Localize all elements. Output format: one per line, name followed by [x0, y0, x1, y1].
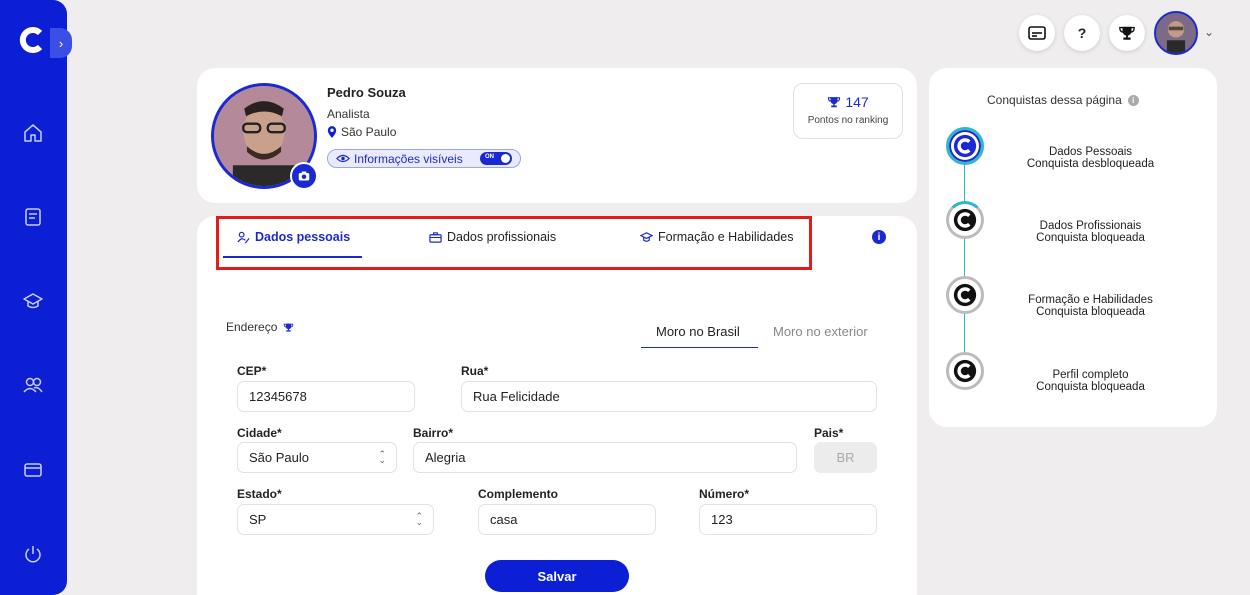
- address-section-label: Endereço: [226, 320, 294, 334]
- eye-icon: [336, 154, 350, 163]
- toggle-knob: [501, 154, 510, 163]
- badge-logo-icon: [953, 359, 977, 383]
- ranking-points-box: 147 Pontos no ranking: [793, 83, 903, 139]
- achievements-timeline: [964, 164, 965, 374]
- help-icon: ?: [1077, 25, 1087, 41]
- cep-label: CEP*: [237, 364, 267, 378]
- achievement-status: Conquista desbloqueada: [1026, 158, 1155, 170]
- cep-input[interactable]: 12345678: [237, 381, 415, 412]
- estado-value: SP: [249, 512, 267, 527]
- sidebar-collapse-button[interactable]: ›: [50, 28, 72, 58]
- badge-logo-icon: [953, 208, 977, 232]
- book-icon[interactable]: [22, 206, 44, 228]
- badge-logo-icon: [953, 134, 977, 158]
- cidade-select[interactable]: São Paulo ⌃ ⌄: [237, 442, 397, 473]
- chevron-right-icon: ›: [58, 35, 64, 51]
- achievement-name: Dados Profissionais: [1039, 220, 1142, 232]
- numero-label: Número*: [699, 487, 750, 501]
- users-icon[interactable]: [22, 374, 44, 396]
- achievements-title-text: Conquistas dessa página: [987, 93, 1122, 107]
- logo[interactable]: [18, 26, 46, 54]
- achievements-title: Conquistas dessa página i: [987, 93, 1139, 107]
- achievement-badge-locked: [946, 352, 984, 390]
- card-icon[interactable]: [22, 459, 44, 481]
- points-value: 147: [845, 94, 869, 110]
- estado-label: Estado*: [237, 487, 282, 501]
- trophy-icon: [284, 323, 294, 332]
- card-icon: [1028, 26, 1046, 40]
- points-label: Pontos no ranking: [807, 115, 889, 126]
- rua-label: Rua*: [461, 364, 489, 378]
- toggle-on-label: ON: [485, 154, 494, 160]
- profile-location: São Paulo: [327, 125, 396, 139]
- achievement-item: Perfil completo Conquista bloqueada: [999, 369, 1182, 393]
- cidade-label: Cidade*: [237, 426, 282, 440]
- sidebar: [0, 0, 67, 595]
- achievement-status: Conquista bloqueada: [1036, 306, 1145, 318]
- home-icon[interactable]: [22, 122, 44, 144]
- pais-label: Pais*: [814, 426, 844, 440]
- achievement-item: Dados Pessoais Conquista desbloqueada: [999, 146, 1182, 170]
- achievement-badge-locked: [946, 276, 984, 314]
- estado-select[interactable]: SP ⌃ ⌄: [237, 504, 434, 535]
- badge-logo-icon: [953, 283, 977, 307]
- pais-input: BR: [814, 442, 877, 473]
- tab-moro-no-exterior[interactable]: Moro no exterior: [773, 324, 868, 339]
- achievement-name: Formação e Habilidades: [1028, 294, 1153, 306]
- trophy-button[interactable]: [1109, 15, 1145, 51]
- achievement-item: Dados Profissionais Conquista bloqueada: [999, 220, 1182, 244]
- trophy-icon: [828, 97, 841, 108]
- power-icon[interactable]: [22, 543, 44, 565]
- location-tab-indicator: [641, 347, 758, 348]
- achievement-status: Conquista bloqueada: [1036, 232, 1145, 244]
- address-label: Endereço: [226, 320, 278, 334]
- bairro-input[interactable]: Alegria: [413, 442, 797, 473]
- cidade-value: São Paulo: [249, 450, 309, 465]
- numero-input[interactable]: 123: [699, 504, 877, 535]
- profile-role: Analista: [327, 107, 370, 121]
- achievements-card: Conquistas dessa página i Dados Pessoais…: [929, 68, 1217, 427]
- complemento-label: Complemento: [478, 487, 559, 501]
- info-icon[interactable]: i: [872, 230, 886, 244]
- graduation-cap-icon[interactable]: [22, 290, 44, 312]
- achievement-badge-locked: [946, 201, 984, 239]
- chevron-down-icon[interactable]: ⌄: [1204, 25, 1214, 39]
- profile-card: Pedro Souza Analista São Paulo Informaçõ…: [197, 68, 917, 203]
- bairro-label: Bairro*: [413, 426, 454, 440]
- tabs-highlight-box: [216, 216, 812, 270]
- achievement-item: Formação e Habilidades Conquista bloquea…: [999, 294, 1182, 318]
- achievement-badge-unlocked: [946, 127, 984, 165]
- visibility-pill[interactable]: Informações visíveis ON: [327, 149, 521, 168]
- save-button[interactable]: Salvar: [485, 560, 629, 592]
- achievement-name: Perfil completo: [1052, 369, 1129, 381]
- profile-city: São Paulo: [341, 125, 397, 139]
- complemento-input[interactable]: casa: [478, 504, 656, 535]
- help-button[interactable]: ?: [1064, 15, 1100, 51]
- achievement-name: Dados Pessoais: [1048, 146, 1133, 158]
- card-button[interactable]: [1019, 15, 1055, 51]
- visibility-label: Informações visíveis: [354, 151, 463, 166]
- location-pin-icon: [327, 126, 337, 138]
- trophy-icon: [1119, 26, 1135, 40]
- tab-moro-no-brasil[interactable]: Moro no Brasil: [656, 324, 740, 339]
- user-avatar[interactable]: [1154, 11, 1198, 55]
- select-arrows-icon: ⌃ ⌄: [415, 511, 423, 527]
- visibility-toggle[interactable]: ON: [480, 152, 512, 165]
- main-form-card: Dados pessoais Dados profissionais Forma…: [197, 216, 917, 595]
- achievement-status: Conquista bloqueada: [1036, 381, 1145, 393]
- profile-name: Pedro Souza: [327, 85, 406, 100]
- camera-icon: [298, 171, 310, 181]
- info-icon[interactable]: i: [1127, 94, 1139, 106]
- rua-input[interactable]: Rua Felicidade: [461, 381, 877, 412]
- select-arrows-icon: ⌃ ⌄: [378, 449, 386, 465]
- change-photo-button[interactable]: [290, 162, 318, 190]
